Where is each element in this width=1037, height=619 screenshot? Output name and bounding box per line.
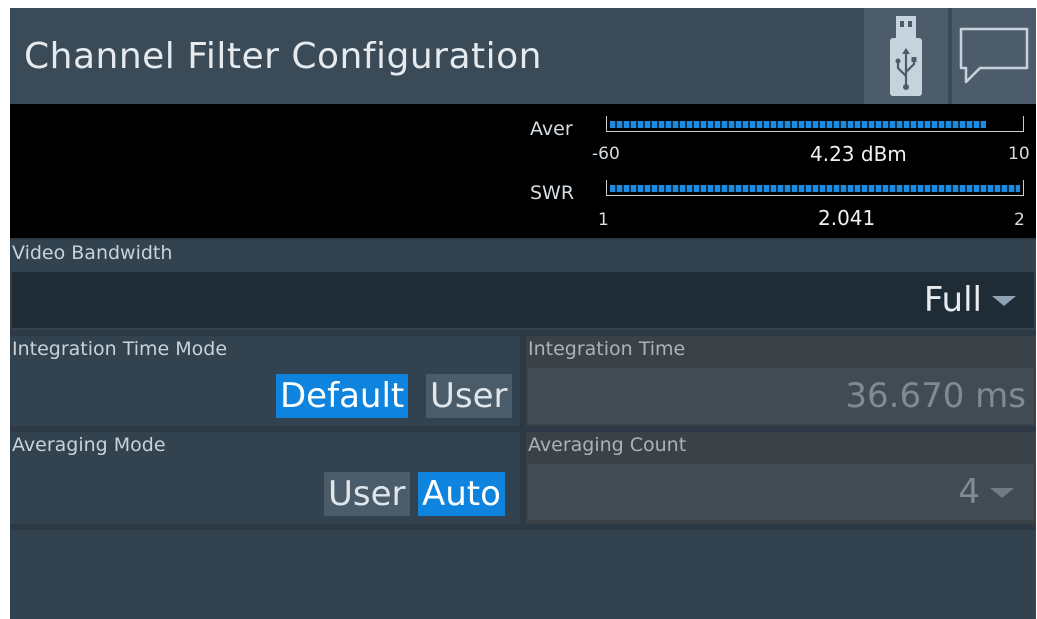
footer-area (10, 530, 1036, 619)
averaging-mode-panel: Averaging Mode User Auto (10, 432, 520, 524)
average-meter-value: 4.23 dBm (810, 142, 907, 166)
average-meter-bar (606, 116, 1024, 132)
integration-time-mode-panel: Integration Time Mode Default User (10, 336, 520, 426)
average-meter-max: 10 (1008, 144, 1030, 164)
integration-time-value: 36.670 ms (845, 376, 1026, 416)
app-window: Channel Filter Configuration Aver -60 4.… (10, 8, 1036, 619)
averaging-count-value: 4 (958, 472, 980, 512)
average-meter-fill (610, 121, 986, 128)
usb-icon (890, 16, 922, 96)
meter-display: Aver -60 4.23 dBm 10 SWR 1 2.041 2 (10, 104, 1036, 238)
title-bar: Channel Filter Configuration (10, 8, 1036, 104)
averaging-mode-label: Averaging Mode (12, 434, 166, 456)
averaging-count-label: Averaging Count (528, 434, 687, 456)
swr-meter-value: 2.041 (818, 206, 876, 230)
averaging-mode-auto-button[interactable]: Auto (418, 472, 505, 516)
swr-meter-max: 2 (1014, 210, 1025, 230)
averaging-mode-user-button[interactable]: User (324, 472, 410, 516)
average-meter-min: -60 (592, 144, 620, 164)
integration-time-mode-user-button[interactable]: User (426, 374, 512, 418)
averaging-count-panel: Averaging Count 4 (526, 432, 1036, 524)
video-bandwidth-label: Video Bandwidth (12, 242, 173, 264)
integration-time-mode-default-button[interactable]: Default (276, 374, 409, 418)
averaging-count-dropdown[interactable]: 4 (528, 464, 1034, 520)
average-meter-label: Aver (530, 118, 573, 140)
video-bandwidth-dropdown[interactable]: Full (12, 272, 1034, 328)
integration-time-input[interactable]: 36.670 ms (528, 368, 1034, 424)
integration-time-mode-label: Integration Time Mode (12, 338, 228, 360)
chevron-down-icon (992, 296, 1016, 306)
swr-meter-fill (610, 185, 1020, 192)
integration-time-label: Integration Time (528, 338, 686, 360)
chevron-down-icon (990, 488, 1014, 498)
swr-meter-label: SWR (530, 182, 575, 204)
video-bandwidth-value: Full (923, 280, 982, 320)
usb-button[interactable] (864, 8, 948, 104)
message-button[interactable] (952, 8, 1036, 104)
video-bandwidth-panel: Video Bandwidth Full (10, 240, 1036, 330)
page-title: Channel Filter Configuration (24, 36, 542, 77)
swr-meter-bar (606, 180, 1024, 196)
swr-meter-min: 1 (598, 210, 609, 230)
message-icon (959, 27, 1029, 84)
integration-time-panel: Integration Time 36.670 ms (526, 336, 1036, 426)
